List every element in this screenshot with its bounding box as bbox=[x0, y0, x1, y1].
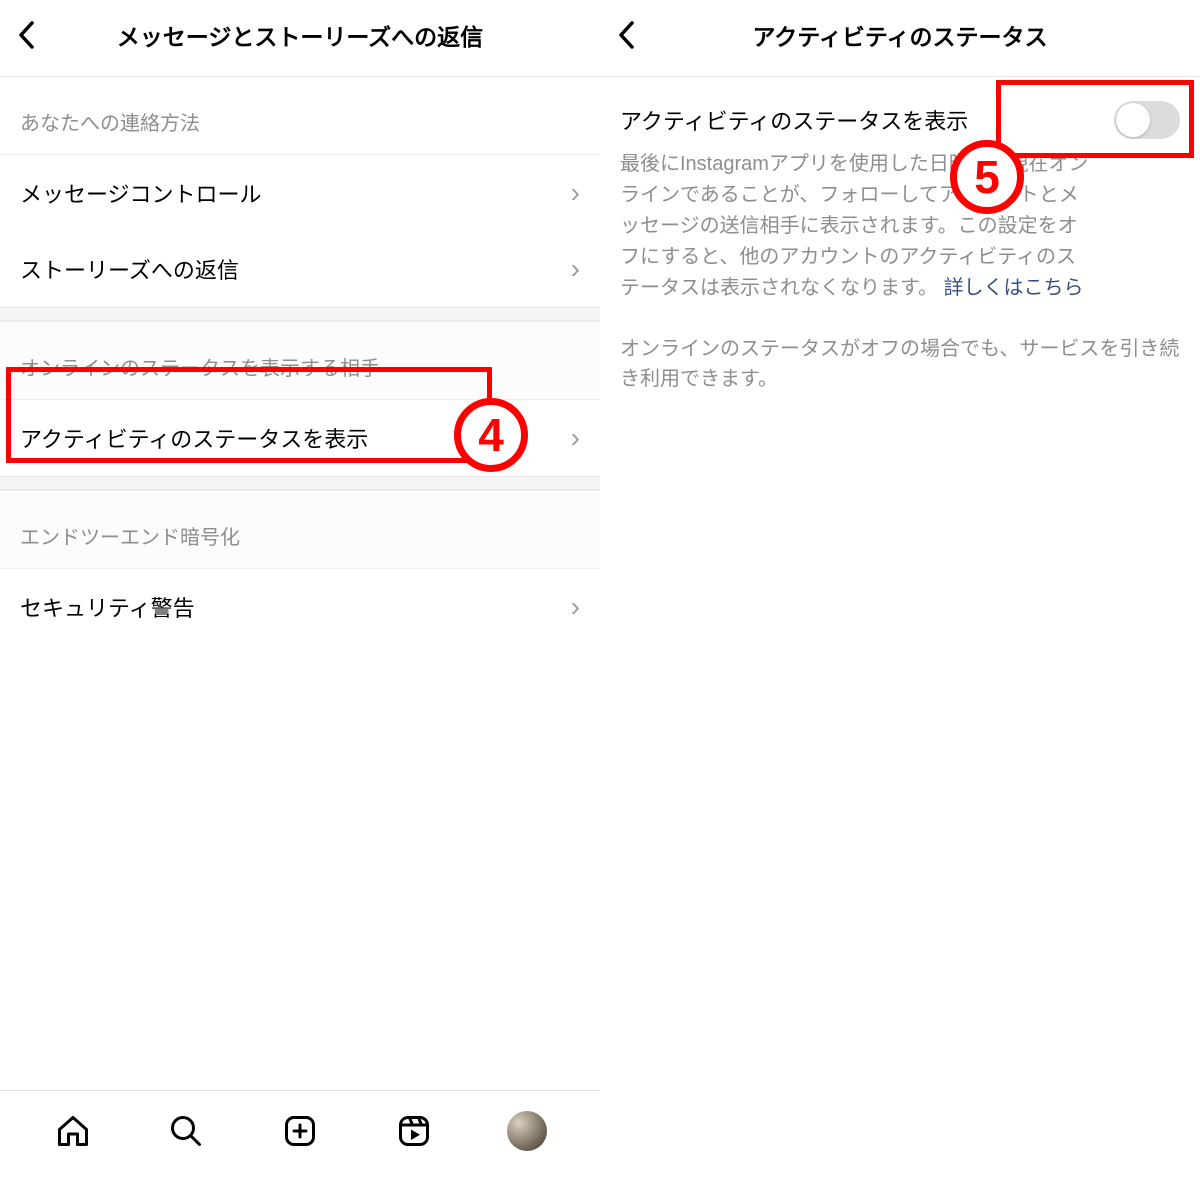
section-header-contact: あなたへの連絡方法 bbox=[0, 77, 600, 155]
chevron-left-icon bbox=[17, 21, 37, 49]
row-label: メッセージコントロール bbox=[20, 177, 262, 209]
page-title: アクティビティのステータス bbox=[644, 18, 1156, 52]
toggle-label: アクティビティのステータスを表示 bbox=[620, 104, 968, 136]
back-button[interactable] bbox=[10, 18, 44, 52]
plus-square-icon bbox=[282, 1113, 318, 1149]
nav-create[interactable] bbox=[278, 1109, 322, 1153]
chevron-right-icon: › bbox=[571, 177, 580, 209]
chevron-right-icon: › bbox=[571, 591, 580, 623]
activity-status-toggle[interactable] bbox=[1114, 101, 1180, 139]
chevron-right-icon: › bbox=[571, 253, 580, 285]
row-security-alerts[interactable]: セキュリティ警告 › bbox=[0, 569, 600, 645]
page-title: メッセージとストーリーズへの返信 bbox=[44, 18, 556, 52]
row-label: ストーリーズへの返信 bbox=[20, 253, 239, 285]
learn-more-link[interactable]: 詳しくはこちら bbox=[944, 277, 1084, 299]
toggle-knob bbox=[1116, 103, 1150, 137]
screen-messages-settings: メッセージとストーリーズへの返信 あなたへの連絡方法 メッセージコントロール ›… bbox=[0, 0, 600, 1185]
section-header-online-status: オンラインのステータスを表示する相手 bbox=[0, 321, 600, 400]
nav-profile[interactable] bbox=[505, 1109, 549, 1153]
section-header-e2ee: エンドツーエンド暗号化 bbox=[0, 490, 600, 569]
home-icon bbox=[55, 1113, 91, 1149]
section-divider bbox=[0, 307, 600, 321]
bottom-nav bbox=[0, 1090, 600, 1185]
nav-home[interactable] bbox=[51, 1109, 95, 1153]
toggle-note: オンラインのステータスがオフの場合でも、サービスを引き続き利用できます。 bbox=[620, 334, 1180, 394]
search-icon bbox=[168, 1113, 204, 1149]
header: メッセージとストーリーズへの返信 bbox=[0, 0, 600, 77]
section-divider bbox=[0, 476, 600, 490]
row-label: セキュリティ警告 bbox=[20, 591, 195, 623]
toggle-description: 最後にInstagramアプリを使用した日時や、現在オンラインであることが、フォ… bbox=[620, 149, 1180, 304]
chevron-right-icon: › bbox=[571, 422, 580, 454]
row-label: アクティビティのステータスを表示 bbox=[20, 422, 368, 454]
row-message-controls[interactable]: メッセージコントロール › bbox=[0, 155, 600, 231]
row-story-replies[interactable]: ストーリーズへの返信 › bbox=[0, 231, 600, 307]
nav-search[interactable] bbox=[164, 1109, 208, 1153]
header: アクティビティのステータス bbox=[600, 0, 1200, 77]
activity-status-toggle-row: アクティビティのステータスを表示 bbox=[620, 101, 1180, 139]
back-button[interactable] bbox=[610, 18, 644, 52]
nav-reels[interactable] bbox=[392, 1109, 436, 1153]
reels-icon bbox=[396, 1113, 432, 1149]
chevron-left-icon bbox=[617, 21, 637, 49]
row-activity-status[interactable]: アクティビティのステータスを表示 › bbox=[0, 400, 600, 476]
screen-activity-status: アクティビティのステータス アクティビティのステータスを表示 最後にInstag… bbox=[600, 0, 1200, 1185]
avatar bbox=[507, 1111, 547, 1151]
